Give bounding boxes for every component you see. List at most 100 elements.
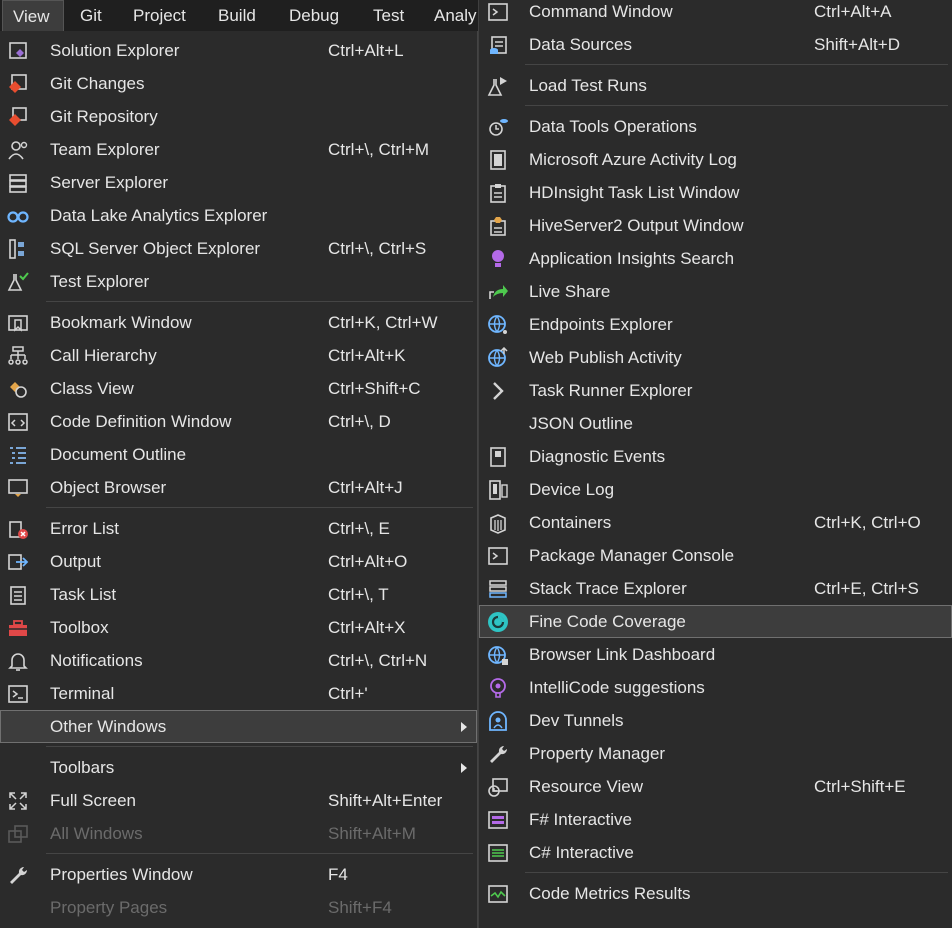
task-list-icon <box>6 584 30 606</box>
other-windows-submenu: Command Window Ctrl+Alt+A Data Sources Shif… <box>478 0 952 928</box>
menu-item-toolbox[interactable]: Toolbox Ctrl+Alt+X <box>0 611 477 644</box>
menu-item-class-view[interactable]: Class View Ctrl+Shift+C <box>0 372 477 405</box>
menu-item-label: Package Manager Console <box>529 546 735 565</box>
menu-item-label: Stack Trace Explorer <box>529 579 687 598</box>
terminal-icon <box>6 683 30 705</box>
menu-item-shortcut: Ctrl+K, Ctrl+O <box>814 513 921 532</box>
menu-item-server-explorer[interactable]: Server Explorer <box>0 166 477 199</box>
menu-item-browser-link-dashboard[interactable]: Browser Link Dashboard <box>479 638 952 671</box>
menu-item-task-runner-explorer[interactable]: Task Runner Explorer <box>479 374 952 407</box>
menu-item-shortcut: Shift+Alt+D <box>814 35 900 54</box>
menu-item-label: Bookmark Window <box>50 313 192 332</box>
menu-item-hdinsight-task-list-window[interactable]: HDInsight Task List Window <box>479 176 952 209</box>
menu-item-code-definition-window[interactable]: Code Definition Window Ctrl+\, D <box>0 405 477 438</box>
object-browser-icon <box>6 477 30 499</box>
menu-item-resource-view[interactable]: Resource View Ctrl+Shift+E <box>479 770 952 803</box>
menu-item-bookmark-window[interactable]: Bookmark Window Ctrl+K, Ctrl+W <box>0 306 477 339</box>
menu-item-data-lake-analytics-explorer[interactable]: Data Lake Analytics Explorer <box>0 199 477 232</box>
menu-item-error-list[interactable]: Error List Ctrl+\, E <box>0 512 477 545</box>
menu-item-other-windows[interactable]: Other Windows <box>0 710 477 743</box>
menu-item-c-interactive[interactable]: C# Interactive <box>479 836 952 869</box>
menu-debug[interactable]: Debug <box>289 0 339 31</box>
live-share-icon <box>486 281 510 303</box>
menu-build[interactable]: Build <box>218 0 256 31</box>
menu-item-properties-window[interactable]: Properties Window F4 <box>0 858 477 891</box>
menu-item-object-browser[interactable]: Object Browser Ctrl+Alt+J <box>0 471 477 504</box>
menu-item-full-screen[interactable]: Full Screen Shift+Alt+Enter <box>0 784 477 817</box>
menu-item-notifications[interactable]: Notifications Ctrl+\, Ctrl+N <box>0 644 477 677</box>
menu-item-endpoints-explorer[interactable]: Endpoints Explorer <box>479 308 952 341</box>
menu-item-solution-explorer[interactable]: Solution Explorer Ctrl+Alt+L <box>0 34 477 67</box>
menu-separator <box>525 105 948 106</box>
data-lake-icon <box>6 205 30 227</box>
menu-item-shortcut: Ctrl+' <box>328 684 368 703</box>
menu-item-fine-code-coverage[interactable]: Fine Code Coverage <box>479 605 952 638</box>
menu-item-containers[interactable]: Containers Ctrl+K, Ctrl+O <box>479 506 952 539</box>
menu-separator <box>46 746 473 747</box>
menu-bar: View Git Project Build Debug Test Analy <box>0 0 480 31</box>
menu-item-web-publish-activity[interactable]: Web Publish Activity <box>479 341 952 374</box>
menu-item-label: Properties Window <box>50 865 193 884</box>
git-repository-icon <box>6 106 30 128</box>
menu-item-command-window[interactable]: Command Window Ctrl+Alt+A <box>479 0 952 28</box>
menu-item-label: Document Outline <box>50 445 187 464</box>
menu-item-application-insights-search[interactable]: Application Insights Search <box>479 242 952 275</box>
git-changes-icon <box>6 73 30 95</box>
menu-item-shortcut: Ctrl+Alt+L <box>328 41 404 60</box>
menu-item-dev-tunnels[interactable]: Dev Tunnels <box>479 704 952 737</box>
menu-item-data-sources[interactable]: Data Sources Shift+Alt+D <box>479 28 952 61</box>
menu-item-output[interactable]: Output Ctrl+Alt+O <box>0 545 477 578</box>
menu-item-diagnostic-events[interactable]: Diagnostic Events <box>479 440 952 473</box>
menu-item-stack-trace-explorer[interactable]: Stack Trace Explorer Ctrl+E, Ctrl+S <box>479 572 952 605</box>
menu-item-label: Other Windows <box>50 717 167 736</box>
menu-item-live-share[interactable]: Live Share <box>479 275 952 308</box>
menu-item-f-interactive[interactable]: F# Interactive <box>479 803 952 836</box>
menu-view[interactable]: View <box>2 0 64 31</box>
browser-link-icon <box>486 644 510 666</box>
menu-item-label: Device Log <box>529 480 615 499</box>
menu-item-package-manager-console[interactable]: Package Manager Console <box>479 539 952 572</box>
menu-item-terminal[interactable]: Terminal Ctrl+' <box>0 677 477 710</box>
menu-item-device-log[interactable]: Device Log <box>479 473 952 506</box>
menu-item-label: SQL Server Object Explorer <box>50 239 261 258</box>
menu-item-property-manager[interactable]: Property Manager <box>479 737 952 770</box>
menu-item-load-test-runs[interactable]: Load Test Runs <box>479 69 952 102</box>
hiveserver-icon <box>486 215 510 237</box>
menu-item-data-tools-operations[interactable]: Data Tools Operations <box>479 110 952 143</box>
menu-item-git-repository[interactable]: Git Repository <box>0 100 477 133</box>
menu-item-shortcut: Shift+Alt+Enter <box>328 791 443 810</box>
menu-item-shortcut: Ctrl+\, Ctrl+N <box>328 651 428 670</box>
menu-item-microsoft-azure-activity-log[interactable]: Microsoft Azure Activity Log <box>479 143 952 176</box>
menu-project[interactable]: Project <box>133 0 186 31</box>
fine-code-coverage-icon <box>486 611 510 633</box>
wrench-icon <box>6 864 30 886</box>
menu-item-label: HiveServer2 Output Window <box>529 216 744 235</box>
menu-item-test-explorer[interactable]: Test Explorer <box>0 265 477 298</box>
menu-item-shortcut: Shift+Alt+M <box>328 824 416 843</box>
menu-test[interactable]: Test <box>373 0 404 31</box>
menu-item-label: Code Metrics Results <box>529 884 691 903</box>
all-windows-icon <box>6 823 30 845</box>
team-explorer-icon <box>6 139 30 161</box>
menu-analy[interactable]: Analy <box>434 0 477 31</box>
menu-item-task-list[interactable]: Task List Ctrl+\, T <box>0 578 477 611</box>
menu-item-label: Code Definition Window <box>50 412 232 431</box>
menu-item-team-explorer[interactable]: Team Explorer Ctrl+\, Ctrl+M <box>0 133 477 166</box>
menu-item-toolbars[interactable]: Toolbars <box>0 751 477 784</box>
menu-git[interactable]: Git <box>80 0 102 31</box>
menu-item-hiveserver2-output-window[interactable]: HiveServer2 Output Window <box>479 209 952 242</box>
menu-item-call-hierarchy[interactable]: Call Hierarchy Ctrl+Alt+K <box>0 339 477 372</box>
menu-item-label: Property Manager <box>529 744 666 763</box>
menu-item-label: Output <box>50 552 102 571</box>
menu-item-all-windows: All Windows Shift+Alt+M <box>0 817 477 850</box>
menu-item-document-outline[interactable]: Document Outline <box>0 438 477 471</box>
menu-item-git-changes[interactable]: Git Changes <box>0 67 477 100</box>
fsharp-interactive-icon <box>486 809 510 831</box>
menu-item-sql-server-object-explorer[interactable]: SQL Server Object Explorer Ctrl+\, Ctrl+S <box>0 232 477 265</box>
hdinsight-icon <box>486 182 510 204</box>
menu-item-intellicode-suggestions[interactable]: IntelliCode suggestions <box>479 671 952 704</box>
menu-item-label: F# Interactive <box>529 810 632 829</box>
menu-separator <box>525 64 948 65</box>
menu-item-code-metrics-results[interactable]: Code Metrics Results <box>479 877 952 910</box>
menu-item-json-outline[interactable]: JSON Outline <box>479 407 952 440</box>
